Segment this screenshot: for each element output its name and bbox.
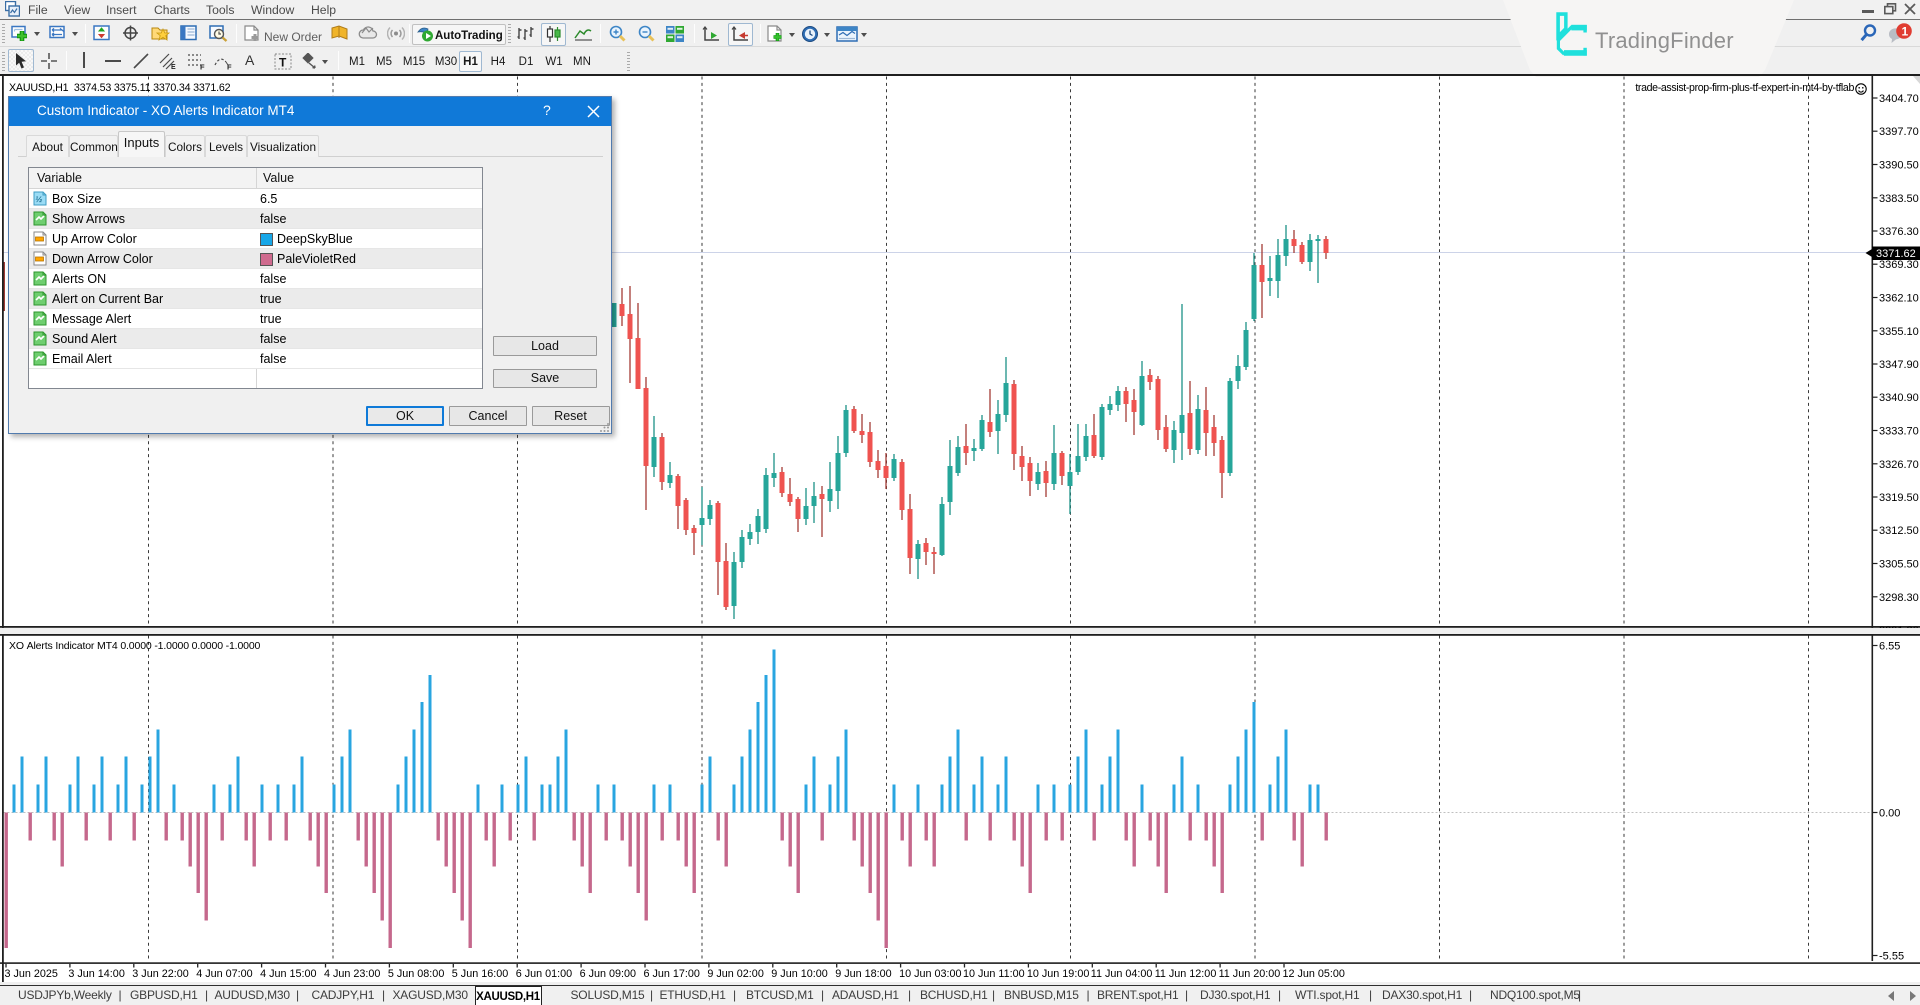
svg-text:3298.30: 3298.30 xyxy=(1879,592,1919,604)
svg-text:3 Jun 14:00: 3 Jun 14:00 xyxy=(68,968,124,980)
svg-text:0.00: 0.00 xyxy=(1879,808,1900,820)
svg-text:10 Jun 11:00: 10 Jun 11:00 xyxy=(963,968,1025,980)
svg-text:3347.90: 3347.90 xyxy=(1879,359,1919,371)
svg-text:3 Jun 22:00: 3 Jun 22:00 xyxy=(132,968,188,980)
svg-text:3369.30: 3369.30 xyxy=(1879,259,1919,271)
svg-text:½: ½ xyxy=(35,194,42,204)
svg-text:3404.70: 3404.70 xyxy=(1879,93,1919,105)
svg-text:6.55: 6.55 xyxy=(1879,641,1900,653)
svg-text:3397.70: 3397.70 xyxy=(1879,126,1919,138)
svg-text:3312.50: 3312.50 xyxy=(1879,525,1919,537)
svg-text:6 Jun 17:00: 6 Jun 17:00 xyxy=(644,968,700,980)
svg-text:3362.10: 3362.10 xyxy=(1879,293,1919,305)
svg-text:3305.50: 3305.50 xyxy=(1879,559,1919,571)
svg-text:3 Jun 2025: 3 Jun 2025 xyxy=(5,968,58,980)
svg-text:3333.70: 3333.70 xyxy=(1879,426,1919,438)
svg-text:3340.90: 3340.90 xyxy=(1879,392,1919,404)
svg-text:-5.55: -5.55 xyxy=(1879,951,1904,963)
svg-text:3355.10: 3355.10 xyxy=(1879,326,1919,338)
svg-text:12 Jun 05:00: 12 Jun 05:00 xyxy=(1283,968,1345,980)
svg-text:11 Jun 04:00: 11 Jun 04:00 xyxy=(1091,968,1153,980)
svg-text:5 Jun 08:00: 5 Jun 08:00 xyxy=(388,968,444,980)
svg-text:6 Jun 09:00: 6 Jun 09:00 xyxy=(580,968,636,980)
svg-text:9 Jun 10:00: 9 Jun 10:00 xyxy=(771,968,827,980)
svg-text:3326.70: 3326.70 xyxy=(1879,459,1919,471)
svg-text:3383.50: 3383.50 xyxy=(1879,193,1919,205)
svg-text:3376.30: 3376.30 xyxy=(1879,226,1919,238)
svg-text:3319.50: 3319.50 xyxy=(1879,492,1919,504)
svg-text:11 Jun 20:00: 11 Jun 20:00 xyxy=(1219,968,1281,980)
svg-text:4 Jun 23:00: 4 Jun 23:00 xyxy=(324,968,380,980)
svg-text:3390.50: 3390.50 xyxy=(1879,160,1919,172)
svg-text:5 Jun 16:00: 5 Jun 16:00 xyxy=(452,968,508,980)
svg-text:4 Jun 07:00: 4 Jun 07:00 xyxy=(196,968,252,980)
svg-text:11 Jun 12:00: 11 Jun 12:00 xyxy=(1155,968,1217,980)
svg-text:9 Jun 02:00: 9 Jun 02:00 xyxy=(707,968,763,980)
svg-text:9 Jun 18:00: 9 Jun 18:00 xyxy=(835,968,891,980)
svg-text:4 Jun 15:00: 4 Jun 15:00 xyxy=(260,968,316,980)
svg-text:10 Jun 19:00: 10 Jun 19:00 xyxy=(1027,968,1089,980)
svg-text:10 Jun 03:00: 10 Jun 03:00 xyxy=(899,968,961,980)
svg-text:3371.62: 3371.62 xyxy=(1876,248,1916,260)
svg-text:6 Jun 01:00: 6 Jun 01:00 xyxy=(516,968,572,980)
